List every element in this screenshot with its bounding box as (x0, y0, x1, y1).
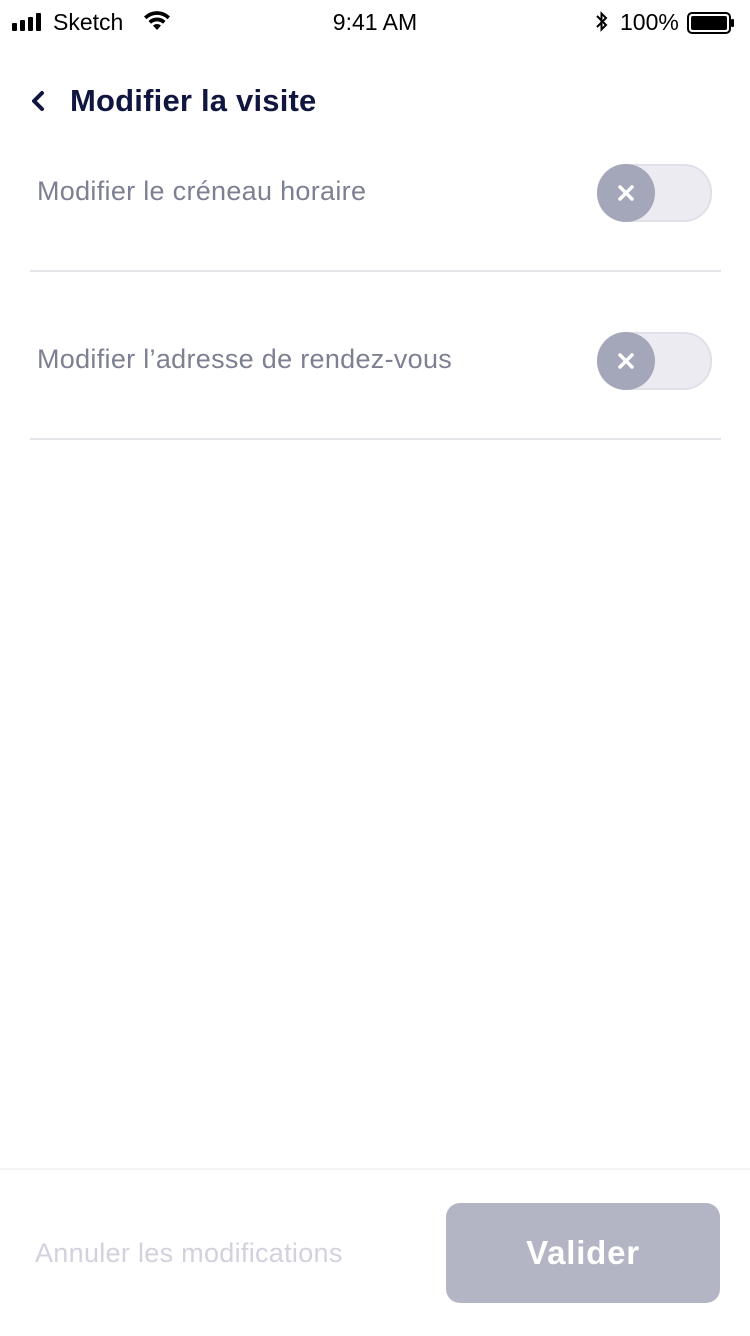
address-toggle[interactable] (597, 332, 712, 390)
option-label: Modifier l’adresse de rendez-vous (37, 344, 453, 374)
status-bar: Sketch 9:41 AM 100% (0, 0, 750, 44)
bluetooth-icon (594, 9, 610, 41)
option-row-address: Modifier l’adresse de rendez-vous (30, 304, 721, 440)
cancel-changes-link[interactable]: Annuler les modifications (35, 1238, 343, 1269)
time-slot-toggle[interactable] (597, 164, 712, 222)
close-icon (618, 185, 634, 201)
battery-icon (687, 12, 734, 34)
option-label: Modifier le créneau horaire (37, 176, 367, 206)
toggle-knob (597, 332, 655, 390)
option-row-time-slot: Modifier le créneau horaire (30, 136, 721, 272)
footer-bar: Annuler les modifications Valider (0, 1168, 750, 1336)
validate-button[interactable]: Valider (446, 1203, 720, 1303)
battery-percent: 100% (620, 9, 679, 35)
page-title: Modifier la visite (70, 83, 317, 118)
header: Modifier la visite (30, 78, 317, 124)
close-icon (618, 353, 634, 369)
toggle-knob (597, 164, 655, 222)
chevron-left-icon[interactable] (30, 86, 52, 116)
